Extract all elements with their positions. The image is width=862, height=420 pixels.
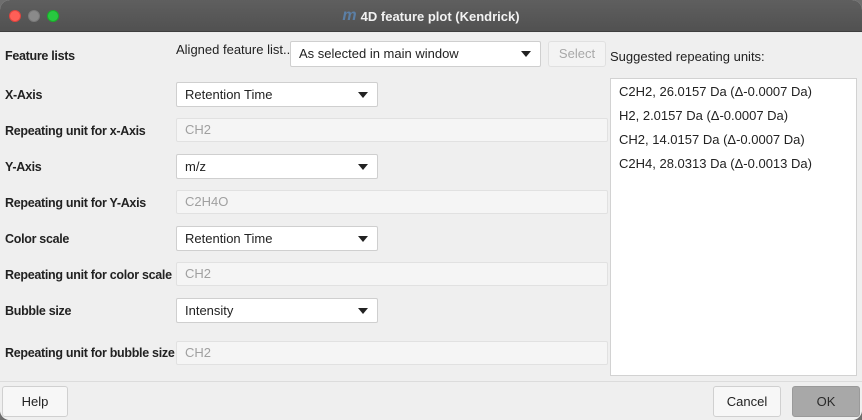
y-axis-select-value: m/z xyxy=(185,159,206,174)
cancel-button[interactable]: Cancel xyxy=(713,386,781,417)
dialog-content: Feature lists Aligned feature list... As… xyxy=(0,33,862,381)
color-scale-select[interactable]: Retention Time xyxy=(176,226,378,251)
list-item[interactable]: C2H2, 26.0157 Da (Δ-0.0007 Da) xyxy=(619,84,812,99)
feature-list-select-value: As selected in main window xyxy=(299,46,459,61)
window-title-wrap: m 4D feature plot (Kendrick) xyxy=(0,0,862,32)
ok-button[interactable]: OK xyxy=(792,386,860,417)
aligned-feature-list-label: Aligned feature list... xyxy=(176,42,294,57)
color-scale-label: Color scale xyxy=(5,232,70,246)
bubble-size-label: Bubble size xyxy=(5,304,72,318)
chevron-down-icon xyxy=(358,308,368,314)
bubble-unit-label: Repeating unit for bubble size xyxy=(5,346,175,360)
y-axis-select[interactable]: m/z xyxy=(176,154,378,179)
color-unit-field[interactable]: CH2 xyxy=(176,262,608,286)
x-axis-label: X-Axis xyxy=(5,88,43,102)
suggested-units-label: Suggested repeating units: xyxy=(610,49,765,64)
color-unit-label: Repeating unit for color scale xyxy=(5,268,172,282)
window-title: 4D feature plot (Kendrick) xyxy=(360,8,520,24)
y-axis-label: Y-Axis xyxy=(5,160,42,174)
x-axis-select[interactable]: Retention Time xyxy=(176,82,378,107)
x-unit-label: Repeating unit for x-Axis xyxy=(5,124,146,138)
help-button[interactable]: Help xyxy=(2,386,68,417)
list-item[interactable]: H2, 2.0157 Da (Δ-0.0007 Da) xyxy=(619,108,788,123)
bubble-size-select[interactable]: Intensity xyxy=(176,298,378,323)
chevron-down-icon xyxy=(521,51,531,57)
bubble-size-select-value: Intensity xyxy=(185,303,234,318)
select-button[interactable]: Select xyxy=(548,41,606,67)
app-logo-icon: m xyxy=(342,7,356,24)
x-unit-field[interactable]: CH2 xyxy=(176,118,608,142)
color-scale-select-value: Retention Time xyxy=(185,231,273,246)
chevron-down-icon xyxy=(358,164,368,170)
y-unit-field[interactable]: C2H4O xyxy=(176,190,608,214)
y-unit-label: Repeating unit for Y-Axis xyxy=(5,196,146,210)
dialog-window: m 4D feature plot (Kendrick) Feature lis… xyxy=(0,0,862,420)
x-axis-select-value: Retention Time xyxy=(185,87,273,102)
feature-lists-label: Feature lists xyxy=(5,49,75,63)
dialog-footer: Help Cancel OK xyxy=(0,381,862,420)
list-item[interactable]: CH2, 14.0157 Da (Δ-0.0007 Da) xyxy=(619,132,805,147)
bubble-unit-field[interactable]: CH2 xyxy=(176,341,608,365)
list-item[interactable]: C2H4, 28.0313 Da (Δ-0.0013 Da) xyxy=(619,156,812,171)
suggested-units-list[interactable]: C2H2, 26.0157 Da (Δ-0.0007 Da) H2, 2.015… xyxy=(610,78,857,376)
chevron-down-icon xyxy=(358,236,368,242)
title-bar[interactable]: m 4D feature plot (Kendrick) xyxy=(0,0,862,32)
feature-list-select[interactable]: As selected in main window xyxy=(290,41,541,67)
chevron-down-icon xyxy=(358,92,368,98)
